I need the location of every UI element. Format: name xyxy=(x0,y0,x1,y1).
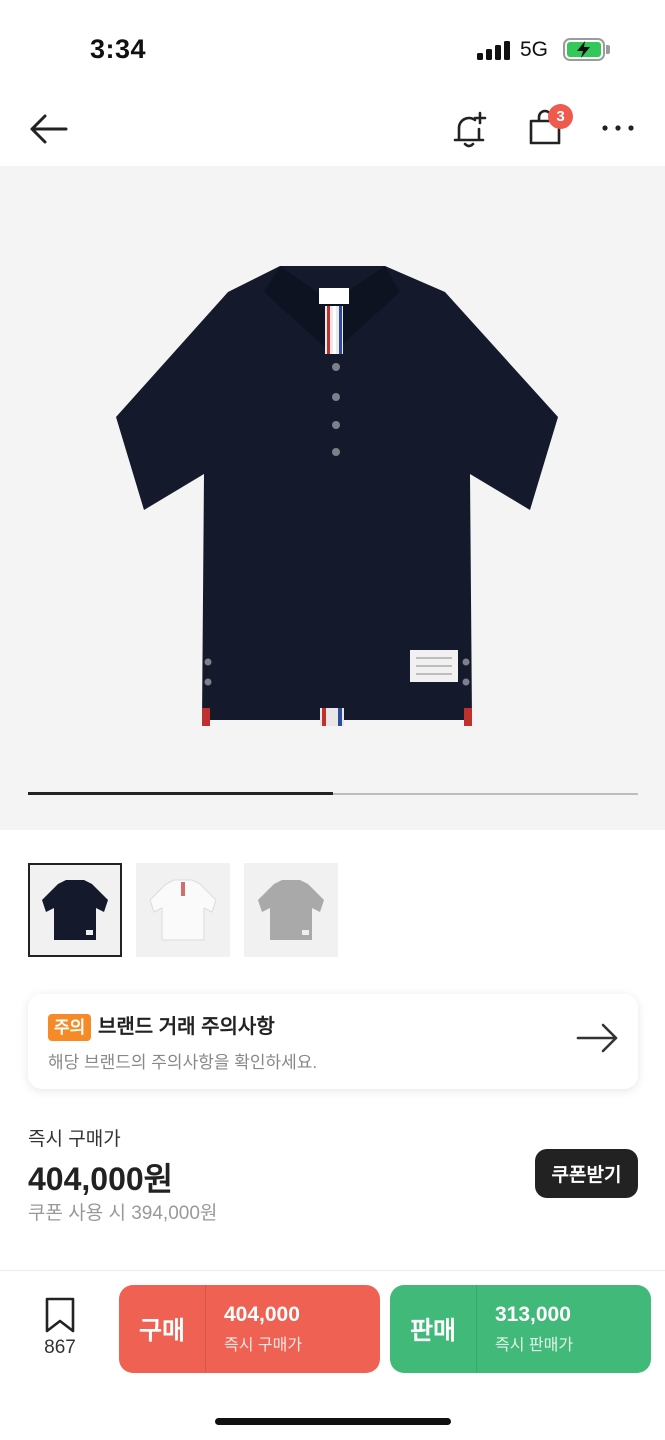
sell-price: 313,000 xyxy=(495,1303,571,1326)
sell-label: 판매 xyxy=(409,1317,456,1345)
bookmark-count: 867 xyxy=(44,1337,76,1358)
product-image-gallery[interactable] xyxy=(0,166,665,830)
more-icon xyxy=(602,125,634,131)
status-bar: 3:34 5G xyxy=(0,0,665,96)
back-arrow-icon xyxy=(30,114,68,144)
price-label: 즉시 구매가 xyxy=(28,1129,121,1150)
brand-notice-card[interactable]: 주의 브랜드 거래 주의사항 해당 브랜드의 주의사항을 확인하세요. xyxy=(28,994,638,1089)
coupon-note: 쿠폰 사용 시 394,000원 xyxy=(28,1203,218,1224)
bell-plus-icon xyxy=(453,111,487,148)
buy-price: 404,000 xyxy=(224,1303,300,1326)
thumbnail-image xyxy=(258,880,324,940)
buy-sub-label: 즉시 구매가 xyxy=(224,1337,303,1354)
thumbnail-grey[interactable] xyxy=(244,863,338,957)
bottom-action-bar: 867 구매 404,000 즉시 구매가 판매 313,000 즉시 판매가 xyxy=(0,1270,665,1440)
back-button[interactable] xyxy=(22,108,74,150)
buy-button[interactable]: 구매 404,000 즉시 구매가 xyxy=(119,1285,380,1373)
thumbnail-white[interactable] xyxy=(136,863,230,957)
notice-tag: 주의 xyxy=(48,1014,92,1041)
notice-title: 브랜드 거래 주의사항 xyxy=(98,1016,275,1038)
sell-sub-label: 즉시 판매가 xyxy=(495,1337,574,1354)
gallery-progress xyxy=(28,792,638,795)
bookmark-icon xyxy=(45,1297,75,1333)
cart-badge: 3 xyxy=(548,104,573,129)
battery-icon xyxy=(563,38,605,61)
arrow-right-icon xyxy=(576,1022,620,1059)
thumbnail-image xyxy=(149,879,217,941)
network-label: 5G xyxy=(520,38,549,61)
thumbnail-navy[interactable] xyxy=(28,863,122,957)
battery-cap xyxy=(606,45,610,54)
buy-label: 구매 xyxy=(138,1317,185,1345)
top-nav: 3 xyxy=(0,96,665,166)
coupon-button[interactable]: 쿠폰받기 xyxy=(535,1149,638,1198)
more-button[interactable] xyxy=(596,108,640,148)
status-time: 3:34 xyxy=(90,34,147,64)
thumbnail-image xyxy=(42,880,108,940)
sell-button[interactable]: 판매 313,000 즉시 판매가 xyxy=(390,1285,651,1373)
signal-icon xyxy=(477,40,511,60)
home-indicator xyxy=(215,1418,451,1425)
gallery-progress-fill xyxy=(28,792,333,795)
thumbnail-list xyxy=(28,863,338,957)
notification-button[interactable] xyxy=(446,106,492,152)
bookmark-button[interactable]: 867 xyxy=(30,1297,90,1359)
notice-subtitle: 해당 브랜드의 주의사항을 확인하세요. xyxy=(48,1053,318,1072)
price-value: 404,000원 xyxy=(28,1161,174,1197)
product-image xyxy=(116,266,558,726)
